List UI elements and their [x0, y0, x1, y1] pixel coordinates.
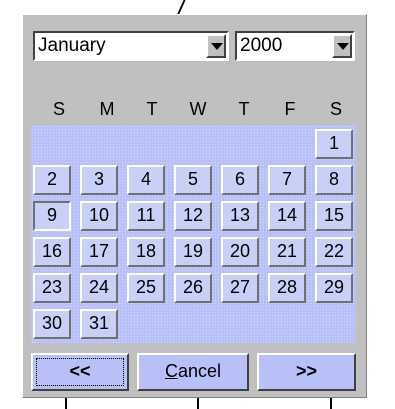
previous-month-label: << [69, 361, 91, 381]
month-select[interactable]: January [33, 31, 229, 61]
year-select[interactable]: 2000 [235, 31, 355, 61]
previous-month-button[interactable]: << [31, 353, 129, 391]
day-cell[interactable]: 11 [127, 201, 165, 231]
day-cell[interactable]: 9 [33, 201, 71, 231]
day-cell[interactable]: 17 [80, 237, 118, 267]
day-cell[interactable]: 7 [268, 165, 306, 195]
day-cell[interactable]: 31 [80, 309, 118, 339]
day-cell[interactable]: 18 [127, 237, 165, 267]
day-cell[interactable]: 29 [315, 273, 353, 303]
day-cell[interactable]: 21 [268, 237, 306, 267]
day-cell[interactable]: 13 [221, 201, 259, 231]
month-select-value: January [38, 35, 106, 56]
cancel-mnemonic: C [164, 361, 178, 381]
day-cell[interactable]: 22 [315, 237, 353, 267]
next-month-label: >> [295, 361, 318, 381]
day-cell[interactable]: 26 [174, 273, 212, 303]
day-cell[interactable]: 24 [80, 273, 118, 303]
weekday-label: S [52, 99, 65, 119]
day-cell[interactable]: 12 [174, 201, 212, 231]
year-dropdown-button[interactable] [332, 34, 352, 58]
weekday-label: S [329, 99, 342, 119]
day-cell[interactable]: 19 [174, 237, 212, 267]
day-cell[interactable]: 2 [33, 165, 71, 195]
month-dropdown-button[interactable] [206, 34, 226, 58]
day-cell[interactable]: 14 [268, 201, 306, 231]
weekday-label: F [284, 99, 296, 119]
weekday-label: W [189, 99, 207, 119]
day-cell[interactable]: 28 [268, 273, 306, 303]
weekday-label: T [146, 99, 158, 119]
day-cell[interactable]: 20 [221, 237, 259, 267]
day-cell[interactable]: 1 [315, 129, 353, 159]
weekday-label: M [99, 99, 115, 119]
day-cell[interactable]: 23 [33, 273, 71, 303]
day-cell[interactable]: 25 [127, 273, 165, 303]
day-cell[interactable]: 3 [80, 165, 118, 195]
day-grid: 1 2 3 4 5 6 7 8 9 10 11 12 13 14 15 16 17 18 19 20 21 22 23 24 2… [31, 125, 356, 343]
cancel-label-rest: ancel [177, 361, 222, 381]
day-cell[interactable]: 30 [33, 309, 71, 339]
day-cell[interactable]: 4 [127, 165, 165, 195]
weekday-label: T [238, 99, 250, 119]
day-cell[interactable]: 10 [80, 201, 118, 231]
cancel-label: Cancel [165, 361, 221, 381]
year-select-value: 2000 [240, 35, 283, 56]
day-cell[interactable]: 6 [221, 165, 259, 195]
day-cell[interactable]: 8 [315, 165, 353, 195]
chevron-down-icon [337, 43, 349, 50]
calendar-dialog: January 2000 SMTWTFS 1 2 3 4 5 6 7 8 9 10 11 12 13 14… [22, 14, 367, 398]
next-month-button[interactable]: >> [257, 353, 356, 391]
cancel-button[interactable]: Cancel [137, 353, 249, 391]
day-cell[interactable]: 27 [221, 273, 259, 303]
chevron-down-icon [211, 43, 223, 50]
day-cell[interactable]: 5 [174, 165, 212, 195]
day-cell[interactable]: 15 [315, 201, 353, 231]
day-cell[interactable]: 16 [33, 237, 71, 267]
